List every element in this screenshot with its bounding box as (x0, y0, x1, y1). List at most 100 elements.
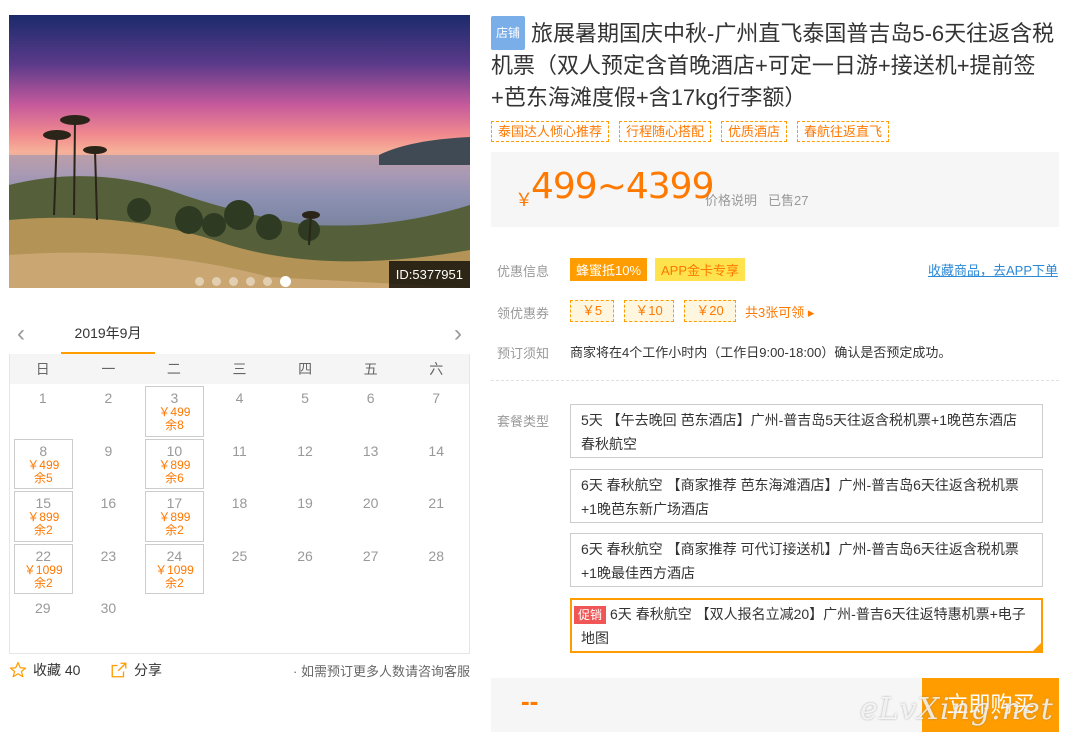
selected-price: -- (521, 686, 539, 716)
calendar-day: 7 (403, 386, 469, 439)
calendar-day: 13 (338, 439, 404, 492)
calendar-day-stock: 余2 (165, 575, 184, 590)
calendar-day: 6 (338, 386, 404, 439)
calendar-day-number: 27 (362, 547, 379, 564)
package-option-text: 6天 春秋航空 【商家推荐 芭东海滩酒店】广州-普吉岛6天往返含税机票+1晚芭东… (581, 477, 1019, 517)
calendar-day-number: 14 (428, 442, 444, 459)
chevron-left-icon[interactable]: ‹ (17, 322, 25, 346)
package-option-text: 6天 春秋航空 【双人报名立减20】广州-普吉6天往返特惠机票+电子地图 (581, 606, 1026, 646)
weekday-label: 六 (429, 361, 444, 377)
carousel-dot[interactable] (280, 276, 291, 287)
booking-notice-label: 预订须知 (497, 346, 550, 361)
calendar-day-price: ￥1099 (23, 562, 63, 577)
calendar-day: 27 (338, 544, 404, 597)
calendar-day-number: 21 (428, 495, 444, 511)
calendar-day: 23 (76, 544, 142, 597)
weekday-label: 二 (166, 361, 181, 377)
package-option-4[interactable]: 促销 6天 春秋航空 【双人报名立减20】广州-普吉6天往返特惠机票+电子地图 (570, 598, 1043, 653)
calendar-day: 16 (76, 491, 142, 544)
calendar-day: 1 (10, 386, 76, 439)
honey-discount-badge: 蜂蜜抵10% (570, 258, 648, 281)
calendar-day-number: 18 (231, 495, 248, 511)
calendar-day-stock: 余8 (165, 418, 184, 432)
calendar-day: 9 (76, 439, 142, 492)
calendar-day-available[interactable]: 22 ￥1099 余2 (14, 543, 73, 594)
calendar-day-number: 7 (432, 390, 441, 406)
product-tag: 优质酒店 (721, 121, 788, 142)
coupon-10[interactable]: ￥10 (624, 300, 674, 322)
hero-landscape-illustration (9, 115, 470, 288)
package-type-label: 套餐类型 (497, 414, 550, 429)
package-option-text: 5天 【午去晚回 芭东酒店】广州-普吉岛5天往返含税机票+1晚芭东酒店 春秋航空 (581, 412, 1017, 452)
calendar-day-number: 15 (35, 495, 52, 511)
share-icon (111, 662, 127, 678)
package-option-text: 6天 春秋航空 【商家推荐 可代订接送机】广州-普吉岛6天往返含税机票+1晚最佳… (581, 541, 1019, 581)
calendar-day-available[interactable]: 17 ￥899 余2 (145, 491, 204, 542)
calendar-day-stock: 余2 (33, 575, 53, 590)
calendar-day-number: 26 (297, 547, 313, 564)
calendar-day-available[interactable]: 15 ￥899 余2 (14, 491, 73, 542)
calendar-day-number: 16 (100, 495, 117, 511)
product-tag: 行程随心搭配 (619, 121, 712, 142)
calendar-day-number: 25 (231, 547, 248, 564)
calendar-day: 20 (338, 491, 404, 544)
calendar-day: 25 (207, 544, 273, 597)
calendar-day: 12 (272, 439, 338, 492)
calendar-day-number: 6 (366, 390, 375, 406)
product-hero-image[interactable]: ID:5377951 (9, 15, 470, 288)
calendar-day: 19 (272, 491, 338, 544)
chevron-right-icon[interactable]: › (454, 322, 462, 346)
carousel-dot[interactable] (229, 277, 238, 286)
price-explain-link[interactable]: 价格说明 (705, 190, 757, 209)
carousel-dot[interactable] (195, 277, 204, 286)
calendar-day-number: 17 (166, 495, 183, 511)
calendar-day: 29 (10, 596, 76, 649)
calendar-day-available[interactable]: 10 ￥899 余6 (145, 438, 204, 489)
carousel-dot[interactable] (263, 277, 272, 286)
calendar-day-price: ￥499 (27, 457, 60, 472)
calendar-day-available[interactable]: 8 ￥499 余5 (14, 438, 73, 489)
calendar-day-number: 24 (166, 547, 183, 564)
favorite-share-bar: 收藏 40 分享 · 如需预订更多人数请咨询客服 (9, 658, 470, 682)
package-option-1[interactable]: 5天 【午去晚回 芭东酒店】广州-普吉岛5天往返含税机票+1晚芭东酒店 春秋航空 (570, 404, 1043, 458)
calendar-month-tab[interactable]: 2019年9月 (61, 316, 155, 354)
calendar-day: 28 (403, 544, 469, 597)
product-title: 店铺 旅展暑期国庆中秋-广州直飞泰国普吉岛5-6天往返含税机票（双人预定含首晚酒店… (491, 16, 1057, 114)
product-tag: 春航往返直飞 (797, 121, 890, 142)
calendar-day-number: 4 (235, 390, 244, 406)
sold-count: 已售27 (768, 193, 809, 208)
calendar-day: 5 (272, 386, 338, 439)
favorite-button[interactable]: 收藏 40 (9, 660, 80, 680)
package-option-3[interactable]: 6天 春秋航空 【商家推荐 可代订接送机】广州-普吉岛6天往返含税机票+1晚最佳… (570, 533, 1043, 587)
star-icon (9, 661, 27, 678)
promo-label: 优惠信息 (497, 264, 550, 279)
calendar-day-number: 8 (39, 442, 48, 459)
calendar-day-number: 10 (166, 442, 183, 459)
calendar-day-number: 28 (428, 547, 444, 564)
booking-notice-text: 商家将在4个工作小时内（工作日9:00-18:00）确认是否预定成功。 (570, 345, 952, 360)
coupon-5[interactable]: ￥5 (570, 300, 614, 322)
calendar-day: 30 (76, 596, 142, 649)
promo-badge: 促销 (574, 606, 607, 624)
calendar-day-stock: 余2 (33, 523, 53, 537)
image-id-label: ID:5377951 (388, 261, 470, 288)
calendar-day-number: 13 (362, 442, 379, 459)
calendar-day-number: 12 (297, 442, 313, 459)
carousel-dot[interactable] (246, 277, 255, 286)
favorite-label: 收藏 40 (33, 662, 81, 678)
calendar-day-available[interactable]: 24 ￥1099 余2 (145, 543, 204, 594)
calendar-day-number: 20 (362, 495, 379, 511)
calendar-day: 2 (76, 386, 142, 439)
calendar-day-available[interactable]: 3 ￥499 余8 (145, 386, 204, 437)
carousel-dot[interactable] (212, 277, 221, 286)
section-divider (491, 380, 1059, 381)
weekday-label: 三 (232, 361, 247, 377)
favorite-go-app-link[interactable]: 收藏商品，去APP下单 (928, 260, 1058, 279)
coupon-more-link[interactable]: 共3张可领 ▸ (745, 302, 814, 321)
product-title-text: 旅展暑期国庆中秋-广州直飞泰国普吉岛5-6天往返含税机票（双人预定含首晚酒店+可… (491, 21, 1055, 110)
calendar-day-price: ￥899 (158, 457, 191, 472)
package-option-2[interactable]: 6天 春秋航空 【商家推荐 芭东海滩酒店】广州-普吉岛6天往返含税机票+1晚芭东… (570, 469, 1043, 523)
coupon-20[interactable]: ￥20 (684, 300, 736, 322)
share-button[interactable]: 分享 (110, 660, 162, 680)
price-range: 499~4399 (531, 166, 714, 207)
